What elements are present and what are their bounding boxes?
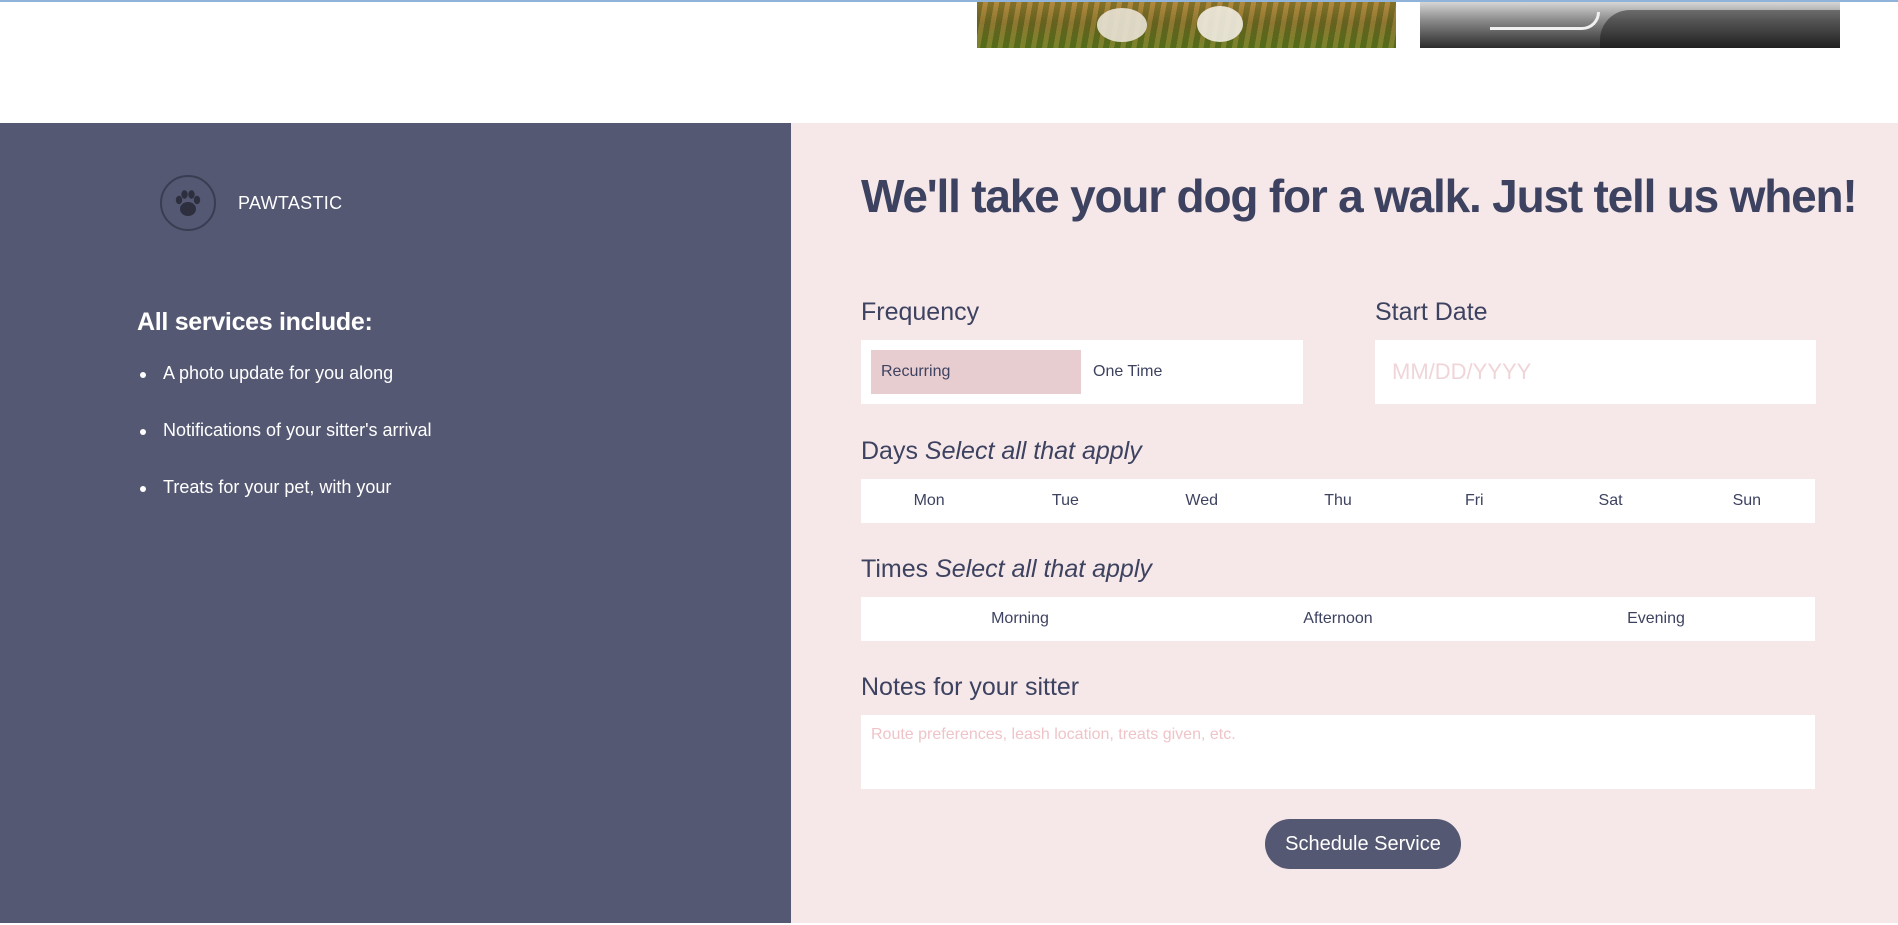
times-selector: Morning Afternoon Evening [861, 597, 1815, 641]
day-option-thu[interactable]: Thu [1270, 479, 1406, 523]
frequency-label: Frequency [861, 298, 980, 326]
days-selector: Mon Tue Wed Thu Fri Sat Sun [861, 479, 1815, 523]
time-option-evening[interactable]: Evening [1497, 597, 1815, 641]
paw-print-icon [160, 175, 216, 231]
service-item-arrival-notifications: Notifications of your sitter's arrival [137, 420, 432, 477]
day-option-wed[interactable]: Wed [1134, 479, 1270, 523]
start-date-input[interactable] [1375, 340, 1816, 404]
time-option-afternoon[interactable]: Afternoon [1179, 597, 1497, 641]
times-hint: Select all that apply [935, 555, 1152, 583]
services-sidebar: PAWTASTIC All services include: A photo … [0, 123, 791, 923]
dog-photo-grass [977, 2, 1396, 48]
day-option-mon[interactable]: Mon [861, 479, 997, 523]
day-option-sun[interactable]: Sun [1679, 479, 1815, 523]
brand[interactable]: PAWTASTIC [160, 175, 342, 231]
days-label: Days Select all that apply [861, 437, 1142, 466]
days-hint: Select all that apply [924, 437, 1142, 465]
services-title: All services include: [137, 308, 373, 336]
schedule-service-button[interactable]: Schedule Service [1265, 819, 1461, 869]
brand-name: PAWTASTIC [238, 192, 343, 213]
day-option-sat[interactable]: Sat [1542, 479, 1678, 523]
start-date-label: Start Date [1375, 298, 1488, 326]
notes-textarea[interactable] [861, 715, 1815, 789]
frequency-option-one-time[interactable]: One Time [1083, 350, 1283, 394]
frequency-toggle: Recurring One Time [861, 340, 1303, 404]
times-label: Times Select all that apply [861, 555, 1152, 584]
frequency-option-recurring[interactable]: Recurring [871, 350, 1081, 394]
page-title: We'll take your dog for a walk. Just tel… [861, 170, 1858, 222]
schedule-form-panel: We'll take your dog for a walk. Just tel… [791, 123, 1898, 923]
notes-label: Notes for your sitter [861, 673, 1080, 701]
day-option-tue[interactable]: Tue [997, 479, 1133, 523]
days-label-text: Days [861, 437, 918, 465]
service-item-treats: Treats for your pet, with your [137, 477, 432, 534]
dog-photo-bw [1420, 2, 1840, 48]
services-list: A photo update for you along Notificatio… [137, 363, 432, 534]
service-item-photo-update: A photo update for you along [137, 363, 432, 420]
time-option-morning[interactable]: Morning [861, 597, 1179, 641]
times-label-text: Times [861, 555, 929, 583]
day-option-fri[interactable]: Fri [1406, 479, 1542, 523]
